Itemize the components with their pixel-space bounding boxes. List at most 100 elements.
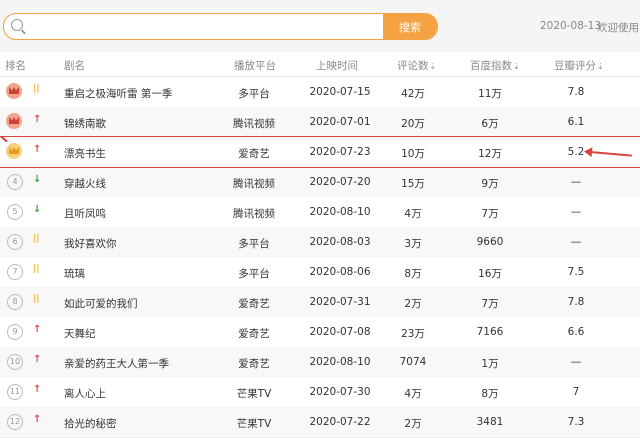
col-score[interactable]: 豆瓣评分⇣: [554, 58, 604, 73]
rank-badge: 10: [7, 354, 23, 370]
drama-name[interactable]: 重启之极海听雷 第一季: [64, 86, 172, 101]
comment-count: 4万: [404, 208, 422, 220]
comment-count: 20万: [401, 118, 425, 130]
table-header: 排名 剧名 播放平台 上映时间 评论数⇣ 百度指数⇣ 豆瓣评分⇣: [0, 52, 640, 77]
arrow-up-icon: ↑: [33, 144, 42, 155]
sort-icon: ⇣: [513, 62, 520, 71]
rank-badge: 7: [7, 264, 23, 280]
platform: 多平台: [238, 268, 270, 280]
table-row[interactable]: 9 ↑ 天舞纪 爱奇艺 2020-07-08 23万 7166 6.6: [0, 317, 640, 348]
col-platform: 播放平台: [234, 60, 276, 72]
table-row[interactable]: ↑ 锦绣南歌 腾讯视频 2020-07-01 20万 6万 6.1: [0, 107, 640, 138]
release-date: 2020-07-23: [309, 146, 371, 158]
baidu-index: 16万: [478, 268, 502, 280]
search-button[interactable]: 搜索: [383, 14, 437, 39]
table-row[interactable]: 10 ↑ 亲爱的药王大人第一季 爱奇艺 2020-08-10 7074 1万 —: [0, 347, 640, 378]
col-rank: 排名: [5, 60, 26, 72]
pause-icon: ||: [33, 234, 40, 244]
drama-name[interactable]: 如此可爱的我们: [64, 296, 138, 311]
release-date: 2020-07-08: [309, 326, 371, 338]
table-row[interactable]: 6 || 我好喜欢你 多平台 2020-08-03 3万 9660 —: [0, 227, 640, 258]
search-box[interactable]: 搜索: [3, 13, 438, 40]
baidu-index: 3481: [476, 416, 504, 428]
platform: 爱奇艺: [238, 328, 270, 340]
table-row[interactable]: 4 ↓ 穿越火线 腾讯视频 2020-07-20 15万 9万 —: [0, 167, 640, 198]
platform: 爱奇艺: [238, 358, 270, 370]
baidu-index: 9660: [476, 236, 504, 248]
baidu-index: 6万: [481, 118, 499, 130]
drama-name[interactable]: 且听凤鸣: [64, 206, 106, 221]
table-row[interactable]: || 重启之极海听雷 第一季 多平台 2020-07-15 42万 11万 7.8: [0, 77, 640, 108]
drama-name[interactable]: 锦绣南歌: [64, 116, 106, 131]
drama-name[interactable]: 亲爱的药王大人第一季: [64, 356, 169, 371]
rank-badge: 6: [7, 234, 23, 250]
crown-icon: [6, 143, 22, 159]
platform: 爱奇艺: [238, 298, 270, 310]
pause-icon: ||: [33, 84, 40, 94]
rank-badge: 5: [7, 204, 23, 220]
sort-icon: ⇣: [597, 62, 604, 71]
platform: 芒果TV: [236, 418, 272, 430]
rank-badge: 12: [7, 414, 23, 430]
douban-score: 7.8: [567, 86, 585, 98]
comment-count: 23万: [401, 328, 425, 340]
sort-icon: ⇣: [429, 62, 437, 71]
rank-badge: 11: [7, 384, 23, 400]
table-row[interactable]: 5 ↓ 且听凤鸣 腾讯视频 2020-08-10 4万 7万 —: [0, 197, 640, 228]
baidu-index: 7万: [481, 298, 499, 310]
crown-icon: [6, 83, 22, 99]
table-row[interactable]: 11 ↑ 离人心上 芒果TV 2020-07-30 4万 8万 7: [0, 377, 640, 408]
douban-score: —: [570, 206, 582, 218]
release-date: 2020-07-30: [309, 386, 371, 398]
platform: 爱奇艺: [238, 148, 270, 160]
douban-score: 6.6: [567, 326, 585, 338]
release-date: 2020-08-10: [309, 206, 371, 218]
douban-score: —: [570, 176, 582, 188]
comment-count: 42万: [401, 88, 425, 100]
comment-count: 15万: [401, 178, 425, 190]
table-row[interactable]: ↑ 漂亮书生 爱奇艺 2020-07-23 10万 12万 5.2: [0, 137, 640, 168]
comment-count: 10万: [401, 148, 425, 160]
search-input[interactable]: [30, 16, 384, 37]
welcome-link[interactable]: 欢迎使用: [597, 20, 639, 35]
arrow-down-icon: ↓: [33, 204, 42, 215]
arrow-up-icon: ↑: [33, 114, 42, 125]
table-row[interactable]: 7 || 琉璃 多平台 2020-08-06 8万 16万 7.5: [0, 257, 640, 288]
pause-icon: ||: [33, 294, 40, 304]
arrow-up-icon: ↑: [33, 354, 42, 365]
crown-icon: [6, 113, 22, 129]
baidu-index: 7万: [481, 208, 499, 220]
douban-score: 7.3: [567, 416, 585, 428]
current-date: 2020-08-13: [540, 20, 602, 32]
comment-count: 2万: [404, 418, 422, 430]
rank-badge: 9: [7, 324, 23, 340]
drama-name[interactable]: 拾光的秘密: [64, 416, 117, 431]
arrow-up-icon: ↑: [33, 384, 42, 395]
comment-count: 4万: [404, 388, 422, 400]
douban-score: —: [570, 236, 582, 248]
drama-name[interactable]: 天舞纪: [64, 326, 96, 341]
arrow-up-icon: ↑: [33, 324, 42, 335]
baidu-index: 8万: [481, 388, 499, 400]
rank-badge: 8: [7, 294, 23, 310]
release-date: 2020-08-03: [309, 236, 371, 248]
baidu-index: 7166: [476, 326, 504, 338]
douban-score: 6.1: [567, 116, 585, 128]
drama-name[interactable]: 穿越火线: [64, 176, 106, 191]
douban-score: 7: [572, 386, 580, 398]
table-row[interactable]: 12 ↑ 拾光的秘密 芒果TV 2020-07-22 2万 3481 7.3: [0, 407, 640, 438]
table-row[interactable]: 8 || 如此可爱的我们 爱奇艺 2020-07-31 2万 7万 7.8: [0, 287, 640, 318]
drama-name[interactable]: 漂亮书生: [64, 146, 106, 161]
col-baidu[interactable]: 百度指数⇣: [470, 58, 520, 73]
search-icon: [11, 19, 23, 31]
release-date: 2020-07-20: [309, 176, 371, 188]
col-comments[interactable]: 评论数⇣: [397, 58, 436, 73]
baidu-index: 9万: [481, 178, 499, 190]
drama-name[interactable]: 我好喜欢你: [64, 236, 117, 251]
douban-score: 7.8: [567, 296, 585, 308]
baidu-index: 1万: [481, 358, 499, 370]
platform: 腾讯视频: [233, 118, 275, 130]
drama-name[interactable]: 琉璃: [64, 266, 85, 281]
release-date: 2020-08-06: [309, 266, 371, 278]
drama-name[interactable]: 离人心上: [64, 386, 106, 401]
